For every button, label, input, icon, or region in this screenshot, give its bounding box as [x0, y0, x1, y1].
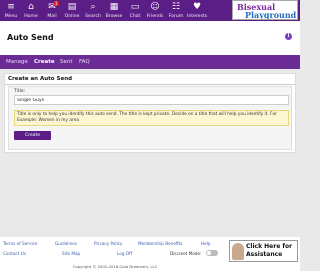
info-icon[interactable]: i [285, 33, 292, 40]
mail-icon: ✉ [48, 2, 56, 12]
link-terms[interactable]: Terms of Service [3, 241, 38, 246]
create-panel: Create an Auto Send Title: Title is only… [4, 73, 296, 153]
link-logoff[interactable]: Log Off [117, 251, 132, 256]
support-agent-icon [232, 243, 244, 260]
assistance-line1: Click Here for [246, 243, 293, 250]
panel-heading: Create an Auto Send [8, 76, 73, 82]
mail-count-badge: 1 [54, 1, 59, 6]
tab-sent[interactable]: Sent [60, 55, 73, 69]
interests-icon: ♥ [192, 2, 202, 12]
assistance-banner[interactable]: Click Here for Assistance [229, 240, 298, 262]
discreet-mode-label: Discreet Mode: [170, 251, 202, 256]
nav-interests[interactable]: ♥ Interests [187, 0, 207, 21]
nav-forum-label: Forum [168, 14, 184, 19]
create-button[interactable]: Create [14, 131, 51, 140]
link-membership[interactable]: Membership Benefits [138, 241, 182, 246]
browse-icon: ▦ [109, 2, 119, 12]
home-icon: ⌂ [28, 2, 34, 12]
nav-search-label: Search [85, 14, 101, 19]
copyright: Copyright © 2002-2018 Gold Dreamers, LLC [72, 264, 158, 269]
search-icon: ⌕ [90, 2, 96, 12]
page-header: Auto Send [0, 21, 300, 55]
nav-browse-label: Browse [105, 14, 123, 19]
nav-online-label: Online [64, 14, 80, 19]
toggle-knob [207, 251, 211, 255]
link-guidelines[interactable]: Guidelines [55, 241, 77, 246]
forum-icon: ☷ [171, 2, 181, 12]
nav-friends-label: Friends [146, 14, 164, 19]
nav-browse[interactable]: ▦ Browse [104, 0, 124, 21]
title-notice: Title is only to help you identify this … [14, 110, 289, 126]
title-label: Title: [14, 89, 26, 94]
page-title: Auto Send [7, 33, 54, 42]
chat-icon: ▭ [130, 2, 140, 12]
nav-home[interactable]: ⌂ Home [21, 0, 41, 21]
online-icon: ▤ [67, 2, 77, 12]
tab-bar: Manage Create Sent FAQ [0, 55, 300, 69]
nav-mail[interactable]: ✉ 1 Mail [42, 0, 62, 21]
site-logo[interactable]: Bisexual Playground [232, 0, 298, 20]
divider [5, 84, 295, 85]
top-nav: ≡ Menu ⌂ Home ✉ 1 Mail ▤ Online ⌕ Search… [0, 0, 300, 21]
discreet-mode-toggle[interactable] [206, 250, 218, 256]
assistance-line2: Assistance [246, 251, 283, 258]
create-form: Title: Title is only to help you identif… [8, 86, 292, 150]
tab-faq[interactable]: FAQ [79, 55, 90, 69]
nav-menu-label: Menu [4, 14, 18, 19]
tab-create[interactable]: Create [34, 55, 55, 69]
link-privacy[interactable]: Privacy Policy [94, 241, 123, 246]
nav-interests-label: Interests [187, 14, 208, 19]
title-input[interactable] [14, 95, 289, 105]
nav-forum[interactable]: ☷ Forum [166, 0, 186, 21]
logo-line2: Playground [245, 10, 297, 20]
link-sitemap[interactable]: Site Map [62, 251, 80, 256]
nav-search[interactable]: ⌕ Search [83, 0, 103, 21]
menu-icon: ≡ [7, 2, 15, 12]
nav-home-label: Home [24, 14, 38, 19]
nav-chat-label: Chat [129, 14, 141, 19]
nav-mail-label: Mail [47, 14, 57, 19]
nav-menu[interactable]: ≡ Menu [1, 0, 21, 21]
tab-manage[interactable]: Manage [6, 55, 28, 69]
nav-chat[interactable]: ▭ Chat [125, 0, 145, 21]
nav-online[interactable]: ▤ Online [62, 0, 82, 21]
assistance-text: Click Here for Assistance [246, 243, 292, 259]
nav-friends[interactable]: ☺ Friends [145, 0, 165, 21]
link-help[interactable]: Help [201, 241, 211, 246]
friends-icon: ☺ [150, 2, 160, 12]
link-contact[interactable]: Contact Us [3, 251, 26, 256]
